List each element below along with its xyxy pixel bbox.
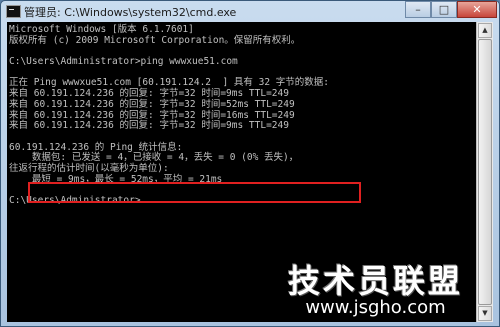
scroll-thumb[interactable]: [478, 39, 492, 305]
console-line: C:\Users\Administrator>ping wwwxue51.com: [9, 56, 238, 68]
title-bar[interactable]: 管理员: C:\Windows\system32\cmd.exe – □ ✕: [1, 1, 499, 21]
window-title: 管理员: C:\Windows\system32\cmd.exe: [24, 6, 237, 19]
console-output: Microsoft Windows [版本 6.1.7601] 版权所有 (c) …: [9, 24, 329, 207]
console-line: 来自 60.191.124.236 的回复: 字节=32 时间=9ms TTL=…: [9, 120, 289, 132]
close-button[interactable]: ✕: [457, 1, 497, 18]
window-controls: – □ ✕: [405, 1, 497, 19]
minimize-button[interactable]: –: [405, 1, 431, 18]
scroll-down-button[interactable]: ▼: [478, 306, 492, 321]
watermark-logo-text: 技术员联盟: [287, 262, 463, 300]
highlight-box: [28, 182, 361, 203]
maximize-button[interactable]: □: [431, 1, 457, 18]
console-line: 版权所有 (c) 2009 Microsoft Corporation。保留所有…: [9, 34, 301, 46]
scroll-up-button[interactable]: ▲: [478, 23, 492, 38]
vertical-scrollbar[interactable]: ▲ ▼: [476, 22, 493, 322]
site-watermark: 技术员联盟 www.jsgho.com: [288, 264, 463, 318]
watermark-url: www.jsgho.com: [305, 297, 446, 318]
cmd-icon: [6, 5, 21, 18]
console-line: 来自 60.191.124.236 的回复: 字节=32 时间=52ms TTL…: [9, 98, 295, 110]
cmd-window: 管理员: C:\Windows\system32\cmd.exe – □ ✕ M…: [0, 0, 500, 327]
